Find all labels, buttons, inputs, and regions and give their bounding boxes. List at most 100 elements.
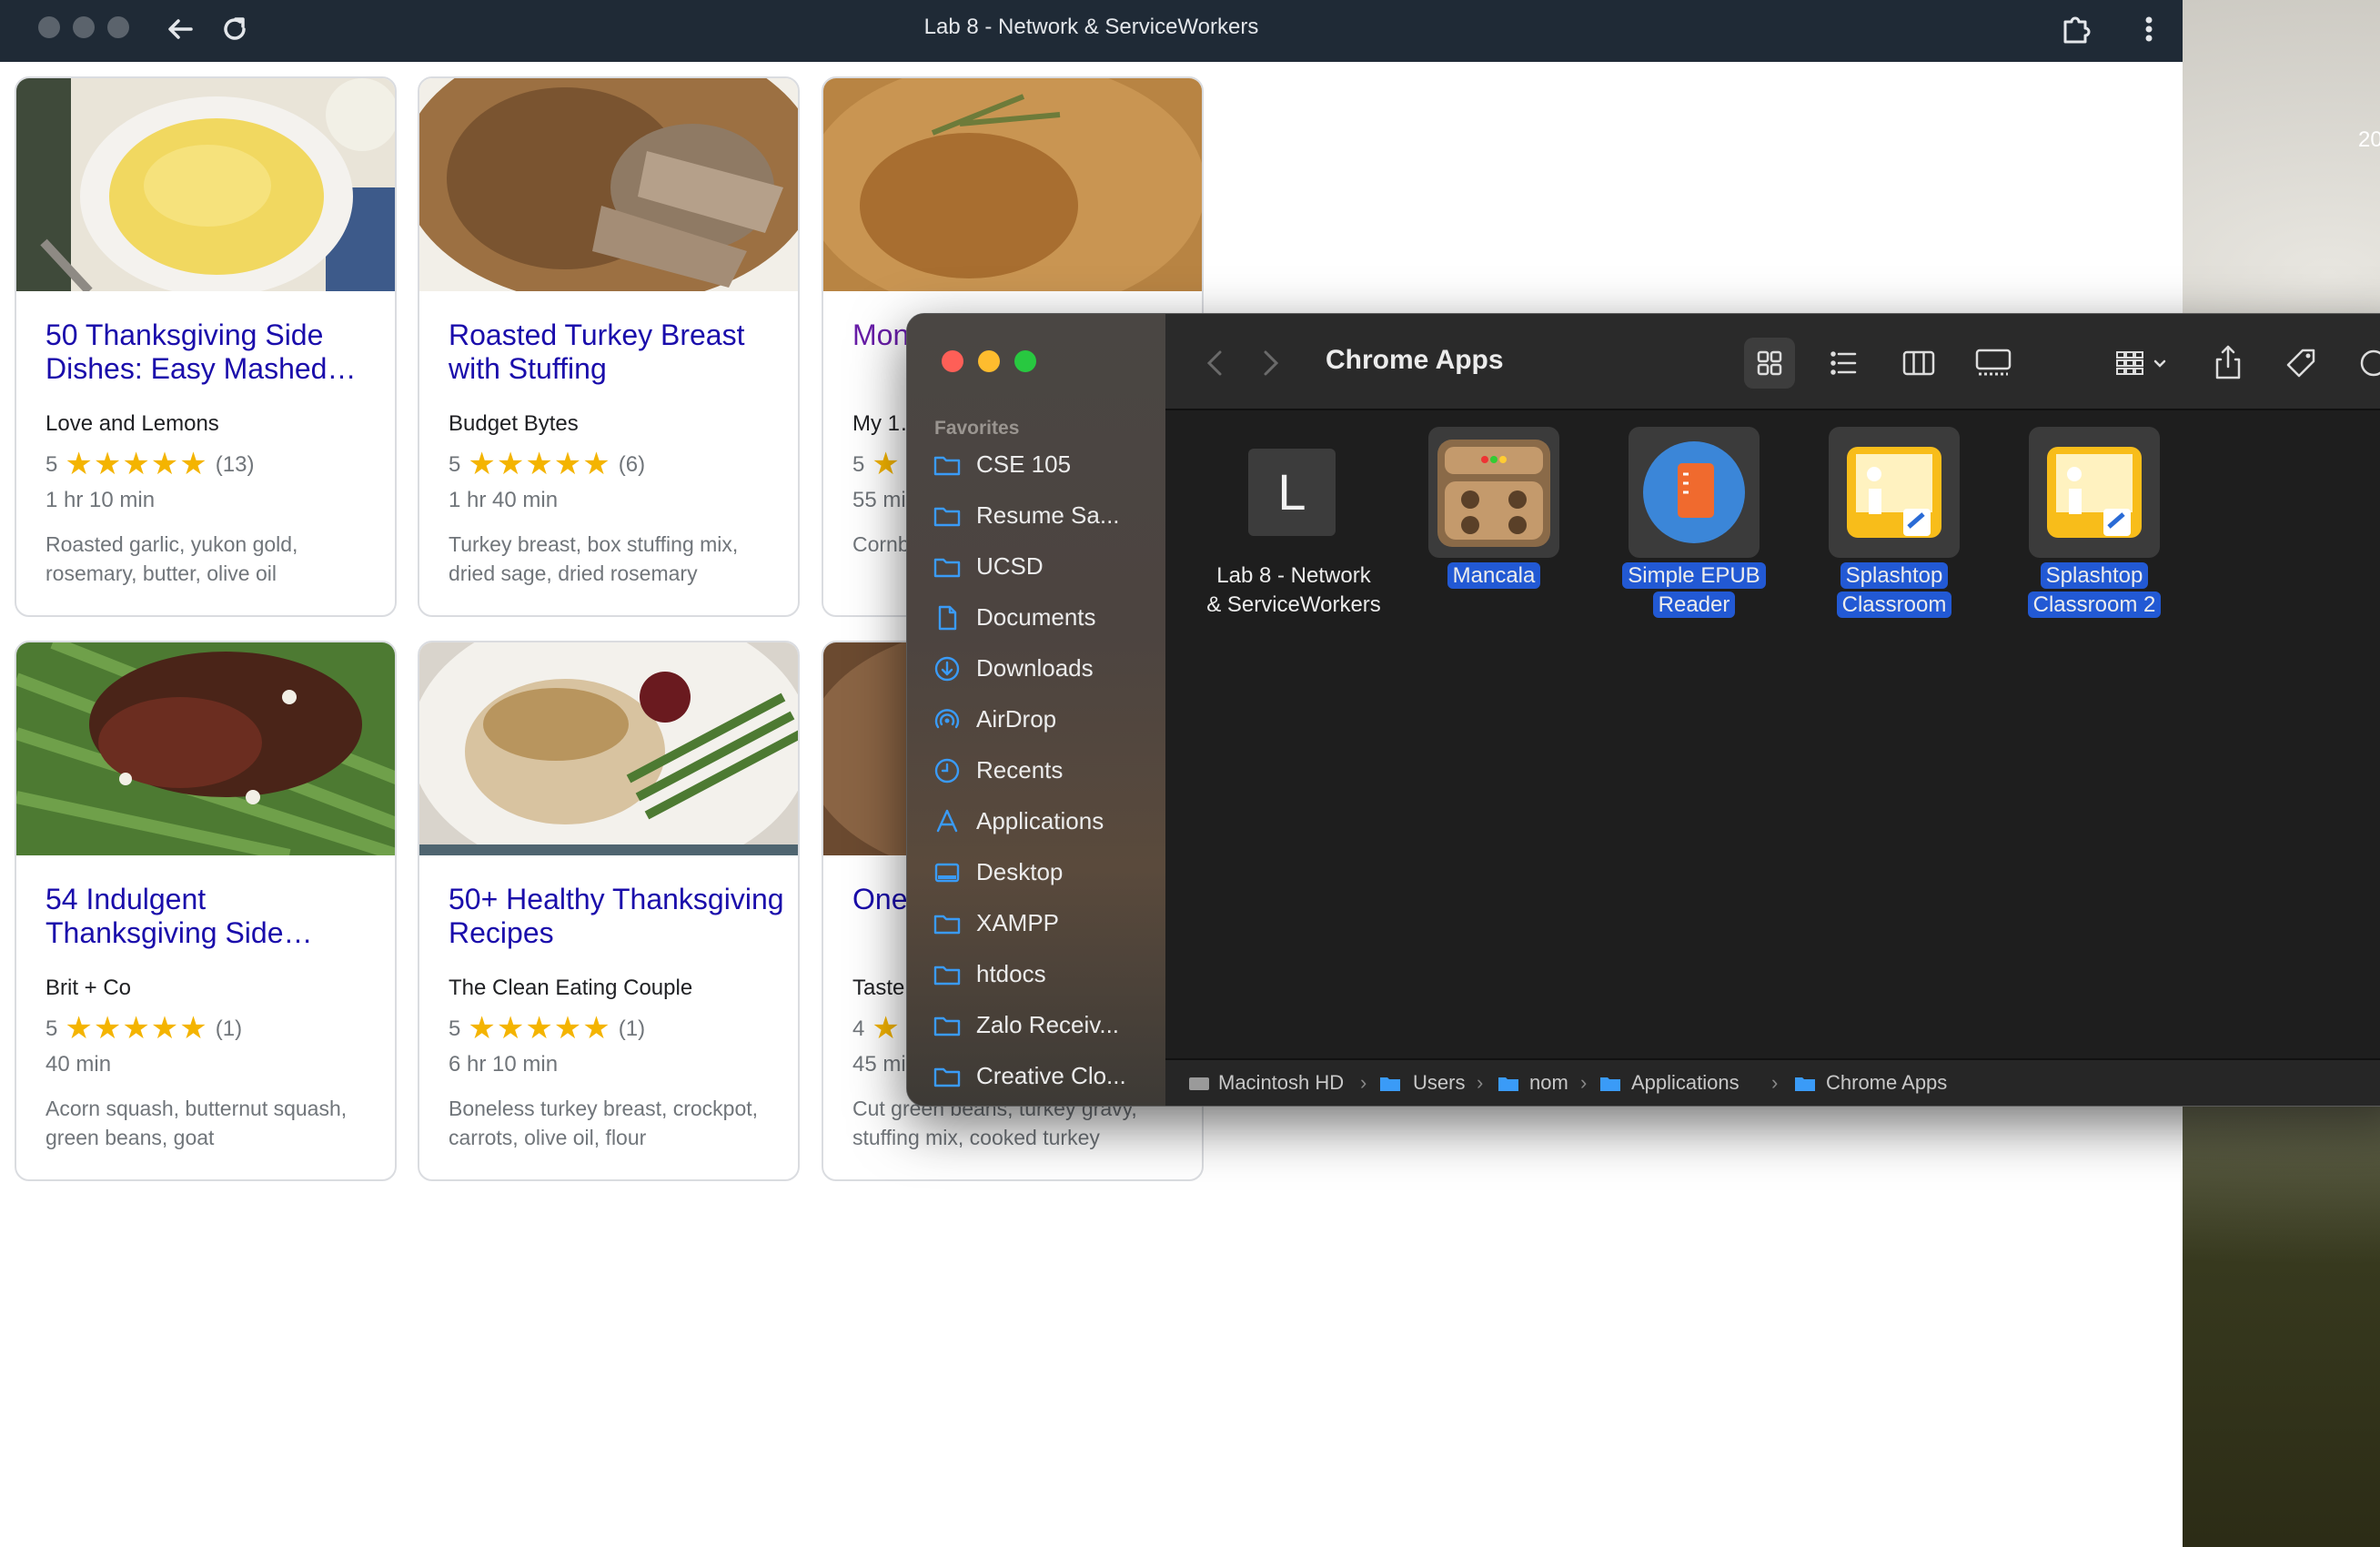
sidebar-item-label: Recents <box>976 756 1064 784</box>
sidebar-item-label: CSE 105 <box>976 450 1072 478</box>
app-item-splashtop-classroom[interactable]: Splashtop Classroom <box>1799 427 1990 627</box>
icon-view-button[interactable] <box>1744 338 1795 389</box>
tags-button[interactable] <box>2275 338 2326 389</box>
recipe-time: 6 hr 10 min <box>449 1052 559 1077</box>
app-item-lab8[interactable]: L Lab 8 - Network & ServiceWorkers <box>1198 427 1389 627</box>
recipe-rating: 5 ★★★★★ (6) <box>449 446 645 482</box>
share-icon <box>2215 345 2241 379</box>
path-crumb-applications[interactable]: Applications <box>1631 1071 1740 1095</box>
tag-icon <box>2286 349 2315 378</box>
more-vertical-icon[interactable] <box>2133 11 2165 47</box>
app-label: Simple EPUB Reader <box>1598 561 1790 620</box>
app-item-mancala[interactable]: Mancala <box>1398 427 1589 627</box>
recipe-image-mashed-potatoes <box>16 78 395 291</box>
recipe-title-link[interactable]: 50 Thanksgiving Side Dishes: Easy Mashed… <box>45 318 382 386</box>
rating-value: 5 <box>45 1016 58 1041</box>
rating-value: 5 <box>449 452 461 477</box>
finder-close-button[interactable] <box>942 350 963 372</box>
chrome-titlebar: Lab 8 - Network & ServiceWorkers <box>0 0 2183 62</box>
desktop-clipped-text: 20 <box>2358 127 2380 152</box>
finder-title: Chrome Apps <box>1326 345 1504 375</box>
review-count: (1) <box>618 1016 646 1041</box>
back-chevron-icon[interactable] <box>1202 347 1229 379</box>
sidebar-item-cse-105[interactable]: CSE 105 <box>933 445 1160 485</box>
recipe-source: Budget Bytes <box>449 411 579 436</box>
sidebar-item-label: Creative Clo... <box>976 1062 1126 1089</box>
app-item-splashtop-classroom-2[interactable]: Splashtop Classroom 2 <box>1999 427 2190 627</box>
recipe-rating: 4 ★ <box>852 1010 908 1046</box>
sidebar-item-xampp[interactable]: XAMPP <box>933 904 1160 944</box>
sidebar-item-creative-cloud[interactable]: Creative Clo... <box>933 1057 1160 1097</box>
folder-icon <box>933 558 961 578</box>
path-crumb-chrome-apps[interactable]: Chrome Apps <box>1826 1071 1947 1095</box>
app-label: Splashtop Classroom 2 <box>1999 561 2190 620</box>
sidebar-item-desktop[interactable]: Desktop <box>933 853 1160 893</box>
list-view-button[interactable] <box>1819 338 1870 389</box>
app-label: Mancala <box>1398 561 1589 591</box>
sidebar-item-resume[interactable]: Resume Sa... <box>933 496 1160 536</box>
review-count: (13) <box>215 452 255 477</box>
sidebar-item-documents[interactable]: Documents <box>933 598 1160 638</box>
app-label-line: Lab 8 - Network <box>1216 563 1371 588</box>
recipe-title-link[interactable]: 50+ Healthy Thanksgiving Recipes <box>449 883 785 950</box>
recipe-image-green-beans <box>16 642 395 855</box>
sidebar-item-ucsd[interactable]: UCSD <box>933 547 1160 587</box>
sidebar-item-htdocs[interactable]: htdocs <box>933 955 1160 995</box>
star-rating-icon: ★★★★★ <box>468 447 611 481</box>
folder-icon <box>933 1067 961 1087</box>
sidebar-item-downloads[interactable]: Downloads <box>933 649 1160 689</box>
recipe-rating: 5 ★★★★★ (13) <box>45 446 254 482</box>
chevron-right-icon: › <box>1477 1071 1484 1094</box>
share-button[interactable] <box>2203 338 2254 389</box>
group-by-button[interactable] <box>2108 338 2181 389</box>
sidebar-item-applications[interactable]: Applications <box>933 802 1160 842</box>
recipe-card[interactable]: 54 Indulgent Thanksgiving Side… Brit + C… <box>15 641 397 1181</box>
splashtop-classroom-icon <box>1847 447 1941 538</box>
chevron-right-icon: › <box>1360 1071 1367 1094</box>
path-crumb-macintosh-hd[interactable]: Macintosh HD <box>1218 1071 1344 1095</box>
folder-icon <box>1380 1077 1400 1091</box>
applications-icon <box>936 809 958 833</box>
app-label: Lab 8 - Network & ServiceWorkers <box>1198 561 1389 620</box>
chevron-right-icon: › <box>1580 1071 1588 1094</box>
path-crumb-nom[interactable]: nom <box>1529 1071 1568 1095</box>
folder-icon <box>933 456 961 476</box>
rating-value: 5 <box>45 452 58 477</box>
recipe-title-link[interactable]: Roasted Turkey Breast with Stuffing <box>449 318 785 386</box>
recipe-card[interactable]: 50+ Healthy Thanksgiving Recipes The Cle… <box>418 641 800 1181</box>
finder-minimize-button[interactable] <box>978 350 1000 372</box>
sidebar-item-label: Resume Sa... <box>976 501 1120 529</box>
recipe-rating: 5 ★★★★★ (1) <box>449 1010 645 1046</box>
finder-sidebar: Favorites CSE 105 Resume Sa... UCSD Docu… <box>907 314 1165 1106</box>
app-label-line: Mancala <box>1447 562 1541 589</box>
sidebar-item-label: Applications <box>976 807 1104 834</box>
gallery-view-button[interactable] <box>1968 338 2019 389</box>
finder-toolbar: Chrome Apps <box>1165 314 2380 410</box>
epub-book-icon <box>1643 441 1745 543</box>
sidebar-item-label: Desktop <box>976 858 1064 885</box>
folder-icon <box>933 966 961 986</box>
document-icon <box>938 605 957 631</box>
sidebar-item-label: UCSD <box>976 552 1044 580</box>
recipe-card[interactable]: Roasted Turkey Breast with Stuffing Budg… <box>418 76 800 617</box>
recipe-title-link[interactable]: 54 Indulgent Thanksgiving Side… <box>45 883 382 950</box>
app-item-simple-epub-reader[interactable]: Simple EPUB Reader <box>1598 427 1790 627</box>
sidebar-item-zalo[interactable]: Zalo Receiv... <box>933 1006 1160 1046</box>
path-crumb-users[interactable]: Users <box>1413 1071 1465 1095</box>
letter-l-icon: L <box>1248 449 1336 536</box>
sidebar-item-recents[interactable]: Recents <box>933 751 1160 791</box>
sidebar-item-airdrop[interactable]: AirDrop <box>933 700 1160 740</box>
more-actions-button[interactable] <box>2348 338 2380 389</box>
finder-zoom-button[interactable] <box>1014 350 1036 372</box>
recipe-time: 40 min <box>45 1052 112 1077</box>
column-view-button[interactable] <box>1893 338 1944 389</box>
forward-chevron-icon[interactable] <box>1256 347 1284 379</box>
mancala-board-icon <box>1437 440 1550 547</box>
recipe-card[interactable]: 50 Thanksgiving Side Dishes: Easy Mashed… <box>15 76 397 617</box>
review-count: (1) <box>215 1016 243 1041</box>
app-icon-splashtop-2 <box>2029 427 2160 558</box>
chevron-right-icon: › <box>1771 1071 1779 1094</box>
extension-puzzle-icon[interactable] <box>2058 11 2094 47</box>
splashtop-classroom-icon <box>2047 447 2142 538</box>
columns-icon <box>1902 350 1935 376</box>
